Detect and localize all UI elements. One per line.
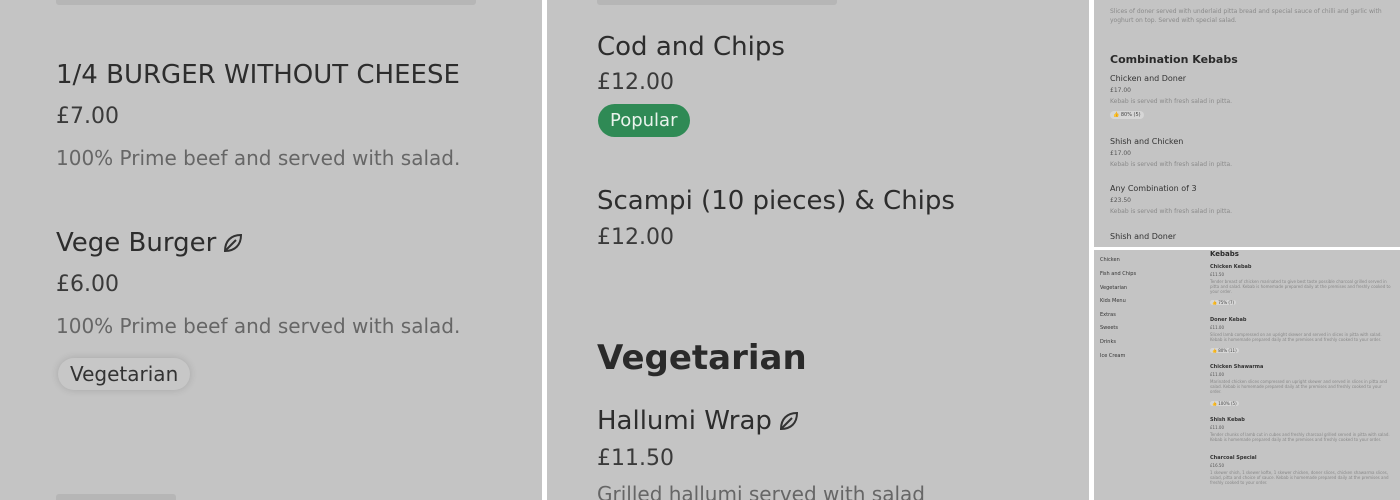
menu-item-price: £11.00 (1210, 425, 1224, 430)
menu-item-title[interactable]: Doner Kebab (1210, 317, 1246, 323)
menu-item-title: Hallumi Wrap (597, 406, 772, 436)
menu-item-description: Sliced lamb compressed on an upright ske… (1210, 332, 1382, 342)
thumbs-up-icon: 👍 (1113, 112, 1120, 118)
vegetarian-tag: Vegetarian (58, 358, 191, 390)
menu-item-title[interactable]: 1/4 BURGER WITHOUT CHEESE (56, 60, 460, 90)
menu-item-title[interactable]: Any Combination of 3 (1110, 184, 1197, 193)
rating-badge: 👍 100% (5) (1210, 401, 1239, 406)
menu-item-description: Kebab is served with fresh salad in pitt… (1110, 208, 1233, 215)
menu-item-description: 100% Prime beef and served with salad. (56, 314, 461, 338)
rating-badge: 👍 75% (7) (1210, 300, 1237, 305)
menu-item-title[interactable]: Chicken Kebab (1210, 264, 1252, 270)
rating-value: 100% (5) (1218, 401, 1237, 406)
menu-item-description: Kebab is served with fresh salad in pitt… (1110, 98, 1233, 105)
thumbs-up-icon: 👍 (1212, 300, 1217, 305)
cropped-text-line (56, 0, 476, 5)
menu-item-description: Tender breast of chicken marinated to gi… (1210, 279, 1391, 294)
leaf-icon (778, 409, 800, 431)
menu-item-description: Slices of doner served with underlaid pi… (1110, 8, 1382, 24)
menu-panel-burgers: 1/4 BURGER WITHOUT CHEESE £7.00 100% Pri… (0, 0, 542, 500)
section-heading: Vegetarian (597, 338, 807, 378)
menu-item-title[interactable]: Shish and Chicken (1110, 137, 1183, 146)
sidebar-item-sweets[interactable]: Sweets (1100, 325, 1118, 331)
menu-item-price: £12.00 (597, 70, 674, 95)
menu-item-price: £16.50 (1210, 463, 1224, 468)
rating-badge: 👍 80% (11) (1210, 348, 1239, 353)
menu-item-description: Kebab is served with fresh salad in pitt… (1110, 161, 1233, 168)
section-heading: Combination Kebabs (1110, 53, 1238, 66)
menu-item-title[interactable]: Scampi (10 pieces) & Chips (597, 186, 955, 216)
menu-item-price: £7.00 (56, 104, 119, 129)
rating-badge: 👍 80% (5) (1110, 111, 1144, 119)
menu-item-title[interactable]: Shish Kebab (1210, 417, 1245, 423)
rating-value: 80% (5) (1120, 112, 1141, 118)
menu-item-price: £6.00 (56, 272, 119, 297)
menu-item-title[interactable]: Chicken and Doner (1110, 74, 1186, 83)
menu-item-title[interactable]: Charcoal Special (1210, 455, 1257, 461)
cropped-text-line (597, 0, 837, 5)
menu-panel-kebabs: Chicken Fish and Chips Vegetarian Kids M… (1094, 250, 1400, 500)
sidebar-item-drinks[interactable]: Drinks (1100, 339, 1116, 345)
menu-item-price: £11.00 (1210, 372, 1224, 377)
popular-badge: Popular (598, 104, 690, 137)
sidebar-item-ice-cream[interactable]: Ice Cream (1100, 353, 1125, 359)
menu-item-price: £11.50 (597, 446, 674, 471)
menu-panel-combination: Slices of doner served with underlaid pi… (1094, 0, 1400, 247)
leaf-icon (222, 231, 244, 253)
menu-item-title[interactable]: Chicken Shawarma (1210, 364, 1263, 370)
menu-item-price: £17.00 (1110, 87, 1131, 94)
thumbs-up-icon: 👍 (1212, 348, 1217, 353)
thumbs-up-icon: 👍 (1212, 401, 1217, 406)
sidebar-item-vegetarian[interactable]: Vegetarian (1100, 285, 1127, 291)
menu-item-price: £17.00 (1110, 150, 1131, 157)
menu-item-hallumi-wrap[interactable]: Hallumi Wrap (597, 406, 800, 436)
menu-item-title[interactable]: Cod and Chips (597, 32, 785, 62)
rating-value: 80% (11) (1218, 348, 1237, 353)
menu-item-price: £12.00 (597, 225, 674, 250)
sidebar-item-fish-and-chips[interactable]: Fish and Chips (1100, 271, 1136, 277)
menu-item-price: £11.00 (1210, 325, 1224, 330)
menu-item-title: Vege Burger (56, 228, 217, 258)
sidebar-item-chicken[interactable]: Chicken (1100, 257, 1120, 263)
menu-item-description: Tender chunks of lamb cut in cubes and f… (1210, 432, 1390, 442)
menu-item-price: £11.50 (1210, 272, 1224, 277)
menu-item-description: Marinated chicken slices compressed on u… (1210, 379, 1388, 394)
menu-item-price: £23.50 (1110, 197, 1131, 204)
section-heading: Kebabs (1210, 250, 1239, 258)
rating-value: 75% (7) (1218, 300, 1235, 305)
menu-item-title[interactable]: Shish and Doner (1110, 232, 1176, 241)
menu-item-description: 100% Prime beef and served with salad. (56, 146, 461, 170)
cropped-text-line (56, 494, 176, 500)
menu-item-vege-burger[interactable]: Vege Burger (56, 228, 244, 258)
menu-panel-fish: Cod and Chips £12.00 Popular Scampi (10 … (547, 0, 1089, 500)
menu-item-description: Grilled hallumi served with salad (597, 482, 925, 500)
menu-item-description: 1 skewer shish, 1 skewer kofte, 1 skewer… (1210, 470, 1389, 485)
sidebar-item-kids-menu[interactable]: Kids Menu (1100, 298, 1126, 304)
sidebar-item-extras[interactable]: Extras (1100, 312, 1116, 318)
